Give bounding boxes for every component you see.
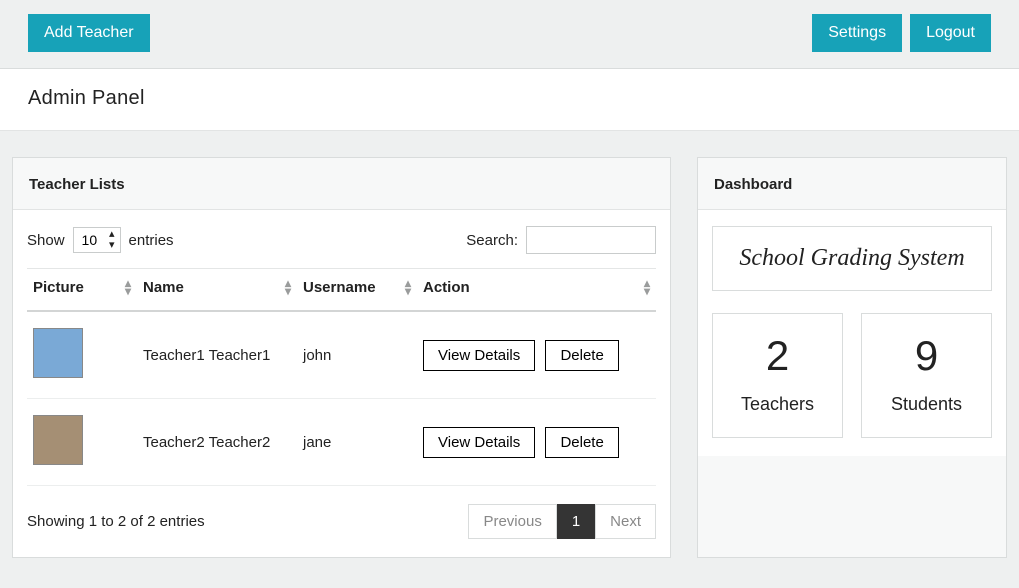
stat-teachers-label: Teachers [721,394,834,415]
title-band: Admin Panel [0,69,1019,131]
stat-students: 9 Students [861,313,992,438]
col-picture-label: Picture [33,279,84,296]
col-picture[interactable]: Picture ▴▾ [27,269,137,312]
search-label: Search: [466,232,518,249]
show-label: Show [27,232,65,249]
search-wrap: Search: [466,226,656,254]
sort-icon: ▴▾ [125,279,131,295]
teacher-lists-header: Teacher Lists [13,158,670,210]
delete-button[interactable]: Delete [545,427,618,458]
col-name-label: Name [143,279,184,296]
teacher-name: Teacher1 Teacher1 [137,311,297,399]
teacher-thumbnail [33,415,83,465]
settings-button[interactable]: Settings [812,14,902,52]
page-size-wrap: 10 ▴▾ [73,227,121,253]
stat-teachers: 2 Teachers [712,313,843,438]
col-username-label: Username [303,279,376,296]
page-size-select[interactable]: 10 [73,227,121,253]
stat-students-count: 9 [870,332,983,380]
topbar: Add Teacher Settings Logout [0,0,1019,69]
teacher-username: john [297,311,417,399]
table-footer: Showing 1 to 2 of 2 entries Previous 1 N… [27,504,656,539]
pager-current[interactable]: 1 [557,504,595,539]
pager-next[interactable]: Next [595,504,656,539]
table-row: Teacher2 Teacher2 jane View Details Dele… [27,399,656,486]
teacher-lists-body: Show 10 ▴▾ entries Search: [13,210,670,557]
table-controls: Show 10 ▴▾ entries Search: [27,226,656,254]
search-input[interactable] [526,226,656,254]
pager: Previous 1 Next [468,504,656,539]
col-action[interactable]: Action ▴▾ [417,269,656,312]
page-title: Admin Panel [28,87,991,110]
view-details-button[interactable]: View Details [423,340,535,371]
stats: 2 Teachers 9 Students [712,313,992,438]
col-action-label: Action [423,279,470,296]
view-details-button[interactable]: View Details [423,427,535,458]
col-name[interactable]: Name ▴▾ [137,269,297,312]
brand-title: School Grading System [712,226,992,291]
add-teacher-button[interactable]: Add Teacher [28,14,150,52]
footer-info: Showing 1 to 2 of 2 entries [27,513,205,530]
teacher-thumbnail [33,328,83,378]
sort-icon: ▴▾ [405,279,411,295]
pager-previous[interactable]: Previous [468,504,556,539]
delete-button[interactable]: Delete [545,340,618,371]
dashboard-card: Dashboard School Grading System 2 Teache… [697,157,1007,558]
stat-teachers-count: 2 [721,332,834,380]
dashboard-header: Dashboard [698,158,1006,210]
dashboard-body: School Grading System 2 Teachers 9 Stude… [698,210,1006,456]
logout-button[interactable]: Logout [910,14,991,52]
table-row: Teacher1 Teacher1 john View Details Dele… [27,311,656,399]
sort-icon: ▴▾ [644,279,650,295]
teacher-username: jane [297,399,417,486]
topbar-right: Settings Logout [812,14,991,52]
show-entries: Show 10 ▴▾ entries [27,227,174,253]
main: Teacher Lists Show 10 ▴▾ entries Search: [0,131,1019,588]
stat-students-label: Students [870,394,983,415]
sort-icon: ▴▾ [285,279,291,295]
col-username[interactable]: Username ▴▾ [297,269,417,312]
teacher-table: Picture ▴▾ Name ▴▾ Username ▴▾ Action [27,268,656,486]
teacher-lists-card: Teacher Lists Show 10 ▴▾ entries Search: [12,157,671,558]
entries-label: entries [129,232,174,249]
teacher-name: Teacher2 Teacher2 [137,399,297,486]
